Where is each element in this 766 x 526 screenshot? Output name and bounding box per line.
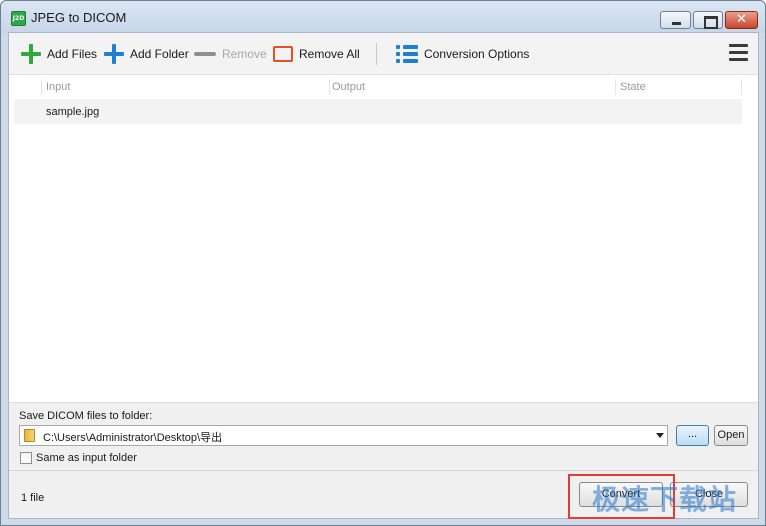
minus-icon [194, 52, 216, 56]
add-files-label: Add Files [47, 47, 98, 61]
file-count: 1 file [21, 492, 45, 504]
remove-all-icon [273, 46, 293, 62]
same-as-input-checkbox[interactable] [20, 452, 32, 464]
column-divider [741, 79, 742, 95]
remove-all-label: Remove All [299, 47, 360, 61]
column-divider [329, 79, 330, 95]
close-button[interactable]: Close [670, 482, 748, 507]
add-folder-button[interactable]: Add Folder [104, 42, 189, 66]
file-list[interactable]: Input Output State sample.jpg [9, 75, 758, 402]
output-folder-combo[interactable]: C:\Users\Administrator\Desktop\导出 [19, 425, 668, 446]
status-bar: 1 file Convert Close [9, 470, 758, 519]
add-folder-label: Add Folder [130, 47, 189, 61]
save-folder-label: Save DICOM files to folder: [19, 410, 153, 422]
remove-label: Remove [222, 47, 267, 61]
minimize-button[interactable] [660, 11, 691, 29]
plus-icon [21, 44, 41, 64]
close-window-button[interactable]: ✕ [725, 11, 758, 29]
toolbar-separator [376, 43, 377, 65]
app-window: J2D JPEG to DICOM ✕ Add Files Add Folder… [0, 0, 766, 526]
toolbar: Add Files Add Folder Remove Remove All C… [9, 33, 758, 75]
output-folder-path: C:\Users\Administrator\Desktop\导出 [43, 432, 223, 444]
browse-button[interactable]: ... [676, 425, 709, 446]
column-divider [615, 79, 616, 95]
plus-icon [104, 44, 124, 64]
cell-input: sample.jpg [46, 106, 100, 118]
column-divider [41, 79, 42, 95]
column-header-input[interactable]: Input [46, 81, 70, 93]
remove-all-button[interactable]: Remove All [273, 42, 360, 66]
client-area: Add Files Add Folder Remove Remove All C… [8, 32, 759, 519]
highlight-box [568, 474, 675, 519]
conversion-options-button[interactable]: Conversion Options [396, 42, 529, 66]
chevron-down-icon[interactable] [656, 433, 664, 438]
column-header-output[interactable]: Output [332, 81, 365, 93]
app-icon: J2D [11, 11, 26, 26]
list-icon [396, 45, 418, 63]
menu-icon[interactable] [729, 44, 748, 62]
minimize-icon [661, 12, 690, 28]
maximize-button[interactable] [693, 11, 723, 29]
output-panel: Save DICOM files to folder: C:\Users\Adm… [9, 402, 758, 470]
title-bar[interactable]: J2D JPEG to DICOM ✕ [1, 1, 765, 33]
window-title: JPEG to DICOM [31, 10, 127, 25]
close-icon: ✕ [736, 12, 747, 27]
open-folder-button[interactable]: Open [714, 425, 748, 446]
column-header-state[interactable]: State [620, 81, 646, 93]
remove-button[interactable]: Remove [194, 42, 267, 66]
conversion-options-label: Conversion Options [424, 47, 530, 61]
folder-icon [24, 429, 35, 442]
add-files-button[interactable]: Add Files [21, 42, 97, 66]
maximize-icon [694, 12, 722, 29]
same-as-input-label[interactable]: Same as input folder [36, 452, 137, 464]
table-row[interactable]: sample.jpg [14, 99, 742, 124]
